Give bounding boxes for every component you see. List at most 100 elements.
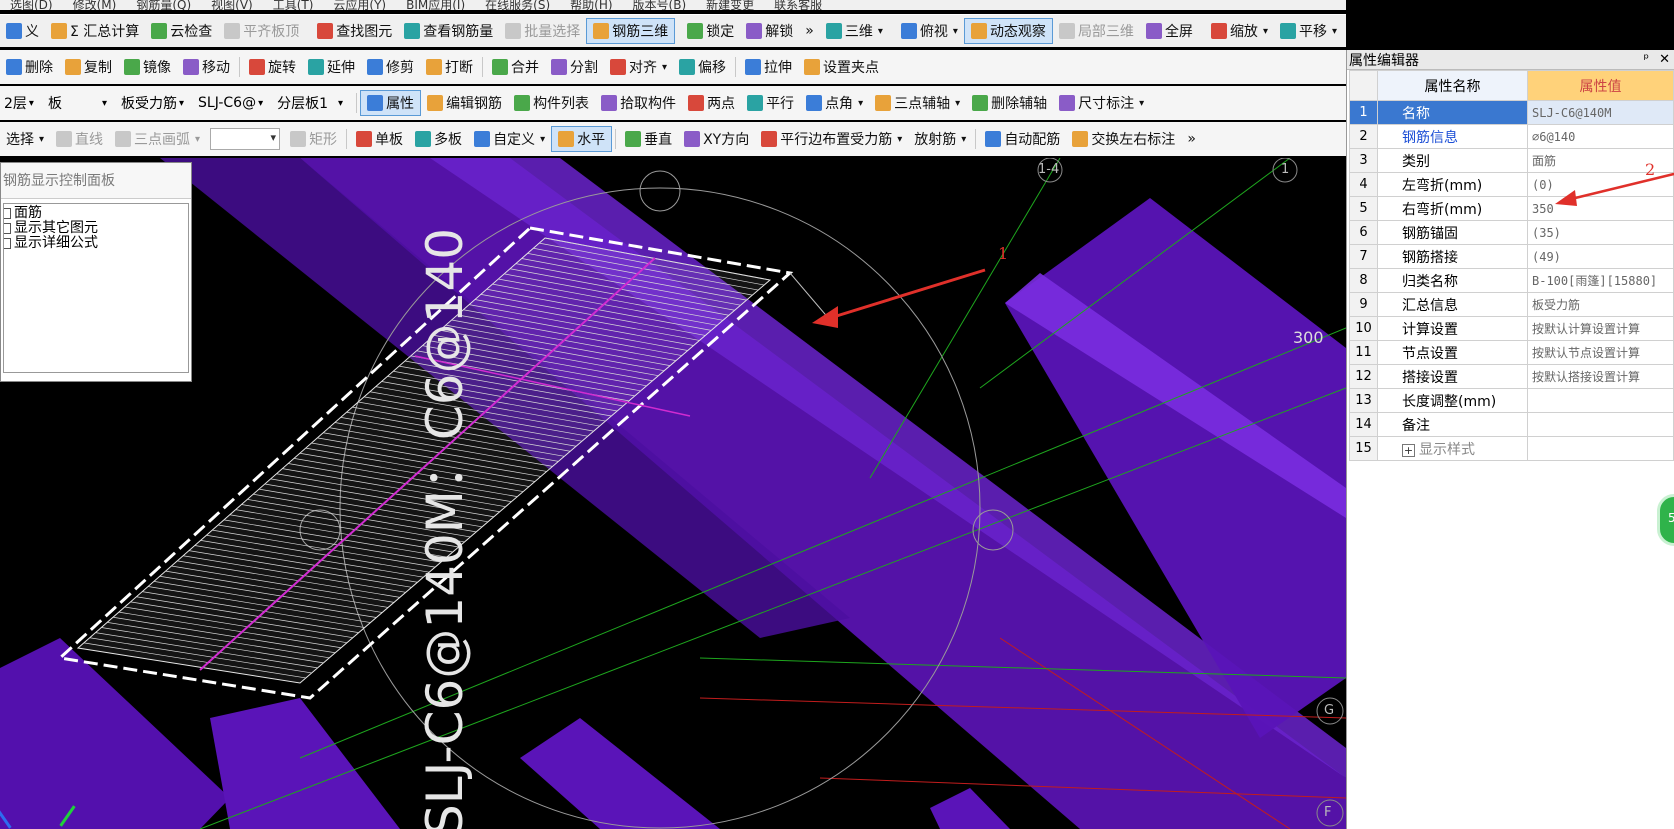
orbit-handle-top[interactable] xyxy=(639,170,681,212)
tb2-button-1[interactable]: 复制 xyxy=(59,54,118,80)
tb4-button-4[interactable]: 单板 xyxy=(350,126,409,152)
rebar-name-select[interactable]: SLJ-C6@ ▾ xyxy=(194,92,267,114)
checkbox[interactable] xyxy=(4,223,11,234)
property-row[interactable]: 2 钢筋信息 ⌀6@140 xyxy=(1349,124,1674,149)
tb3-button-6[interactable]: 点角 ▾ xyxy=(800,90,869,116)
tb4-button-5[interactable]: 多板 xyxy=(409,126,468,152)
menu-item-10[interactable]: 新建变更 xyxy=(706,0,754,10)
tb1-button-1[interactable]: Σ 汇总计算 xyxy=(45,18,145,44)
tb1-button-15[interactable]: 全屏 xyxy=(1140,18,1199,44)
rebar-panel-item[interactable]: 面筋 xyxy=(4,206,188,221)
tb2-button-7[interactable]: 打断 xyxy=(420,54,479,80)
property-value[interactable]: 板受力筋 xyxy=(1527,292,1674,317)
menu-item-9[interactable]: 版本号(B) xyxy=(633,0,687,10)
property-value[interactable]: (49) xyxy=(1527,244,1674,269)
tb1-button-5[interactable]: 查看钢筋量 xyxy=(398,18,499,44)
menu-item-11[interactable]: 联系客服 xyxy=(774,0,822,10)
close-icon[interactable]: ✕ xyxy=(1659,52,1670,67)
tb2-button-11[interactable]: 偏移 xyxy=(673,54,732,80)
tb2-button-8[interactable]: 合并 xyxy=(486,54,545,80)
menu-item-2[interactable]: 钢筋量(Q) xyxy=(136,0,191,10)
tb2-button-10[interactable]: 对齐 ▾ xyxy=(604,54,673,80)
chevron-down-icon[interactable]: ▾ xyxy=(1332,26,1337,37)
tb4-button-14[interactable]: » xyxy=(1181,126,1202,152)
tb1-button-17[interactable]: 平移 ▾ xyxy=(1274,18,1343,44)
property-value[interactable] xyxy=(1527,388,1674,413)
tb2-button-9[interactable]: 分割 xyxy=(545,54,604,80)
tb4-button-8[interactable]: 垂直 xyxy=(619,126,678,152)
property-row[interactable]: 14 备注 xyxy=(1349,412,1674,437)
element-type-select[interactable]: 板 ▾ xyxy=(44,92,111,114)
tb3-button-0[interactable]: 属性 xyxy=(360,90,422,116)
property-value[interactable]: (35) xyxy=(1527,220,1674,245)
tb1-button-9[interactable]: 解锁 xyxy=(740,18,799,44)
tb4-button-3[interactable]: 矩形 xyxy=(284,126,343,152)
assistant-badge[interactable]: 5! xyxy=(1657,494,1674,546)
property-value[interactable]: SLJ-C6@140M xyxy=(1527,100,1674,125)
menu-item-7[interactable]: 在线服务(S) xyxy=(485,0,550,10)
tb4-button-0[interactable]: 选择 ▾ xyxy=(0,126,50,152)
tb3-button-5[interactable]: 平行 xyxy=(741,90,800,116)
tb4-button-13[interactable]: 交换左右标注 xyxy=(1066,126,1181,152)
tb3-button-7[interactable]: 三点辅轴 ▾ xyxy=(869,90,966,116)
tb2-button-4[interactable]: 旋转 xyxy=(243,54,302,80)
property-value[interactable]: ⌀6@140 xyxy=(1527,124,1674,149)
chevron-down-icon[interactable]: ▾ xyxy=(961,134,966,145)
property-value[interactable]: 按默认计算设置计算 xyxy=(1527,316,1674,341)
property-value[interactable]: 按默认搭接设置计算 xyxy=(1527,364,1674,389)
tb2-button-6[interactable]: 修剪 xyxy=(361,54,420,80)
menu-item-8[interactable]: 帮助(H) xyxy=(570,0,612,10)
chevron-down-icon[interactable]: ▾ xyxy=(955,98,960,109)
tb1-button-4[interactable]: 查找图元 xyxy=(311,18,398,44)
chevron-down-icon[interactable]: ▾ xyxy=(878,26,883,37)
tb4-button-12[interactable]: 自动配筋 xyxy=(979,126,1066,152)
tb1-button-14[interactable]: 局部三维 xyxy=(1053,18,1140,44)
pin-icon[interactable]: ᵖ xyxy=(1644,52,1650,67)
property-row[interactable]: 12 搭接设置 按默认搭接设置计算 xyxy=(1349,364,1674,389)
property-row[interactable]: 13 长度调整(mm) xyxy=(1349,388,1674,413)
property-row[interactable]: 11 节点设置 按默认节点设置计算 xyxy=(1349,340,1674,365)
tb1-button-16[interactable]: 缩放 ▾ xyxy=(1205,18,1274,44)
arc-mode-select[interactable] xyxy=(210,128,281,150)
chevron-down-icon[interactable]: ▾ xyxy=(39,134,44,145)
tb1-button-8[interactable]: 锁定 xyxy=(681,18,740,44)
tb2-button-12[interactable]: 拉伸 xyxy=(739,54,798,80)
checkbox[interactable] xyxy=(4,238,11,249)
property-row[interactable]: 8 归类名称 B-100[雨篷][15880] xyxy=(1349,268,1674,293)
menu-item-6[interactable]: BIM应用(I) xyxy=(406,0,465,10)
tb1-button-10[interactable]: » xyxy=(799,18,820,44)
chevron-down-icon[interactable]: ▾ xyxy=(195,134,200,145)
layer-select[interactable]: 分层板1 ▾ xyxy=(273,92,347,114)
chevron-down-icon[interactable]: ▾ xyxy=(1263,26,1268,37)
menu-item-5[interactable]: 云应用(Y) xyxy=(333,0,386,10)
property-row[interactable]: 1 名称 SLJ-C6@140M xyxy=(1349,100,1674,125)
tb2-button-13[interactable]: 设置夹点 xyxy=(798,54,885,80)
property-row[interactable]: 9 汇总信息 板受力筋 xyxy=(1349,292,1674,317)
tb1-button-13[interactable]: 动态观察 xyxy=(963,18,1053,44)
checkbox[interactable] xyxy=(4,208,11,219)
tb4-button-1[interactable]: 直线 xyxy=(50,126,109,152)
tb4-button-6[interactable]: 自定义 ▾ xyxy=(468,126,551,152)
tb3-button-3[interactable]: 拾取构件 xyxy=(595,90,682,116)
property-value[interactable] xyxy=(1527,436,1674,461)
chevron-down-icon[interactable]: ▾ xyxy=(953,26,958,37)
chevron-down-icon[interactable]: ▾ xyxy=(897,134,902,145)
tb2-button-2[interactable]: 镜像 xyxy=(118,54,177,80)
slab-label[interactable]: SLJ-C6@140M：C6@140 xyxy=(405,228,477,829)
property-row[interactable]: 15 + 显示样式 xyxy=(1349,436,1674,461)
tb4-button-11[interactable]: 放射筋 ▾ xyxy=(908,126,972,152)
menu-item-3[interactable]: 视图(V) xyxy=(211,0,253,10)
viewport-3d[interactable]: 1-4 1 300 G F SLJ-C6@140M：C6@140 1 xyxy=(0,158,1346,829)
tb4-button-10[interactable]: 平行边布置受力筋 ▾ xyxy=(755,126,908,152)
tb3-button-1[interactable]: 编辑钢筋 xyxy=(421,90,508,116)
rebar-panel-item[interactable]: 显示详细公式 xyxy=(4,236,188,251)
tb3-button-4[interactable]: 两点 xyxy=(682,90,741,116)
property-value[interactable]: 按默认节点设置计算 xyxy=(1527,340,1674,365)
tb4-button-7[interactable]: 水平 xyxy=(551,126,613,152)
chevron-down-icon[interactable]: ▾ xyxy=(662,62,667,73)
chevron-down-icon[interactable]: ▾ xyxy=(1139,98,1144,109)
tb2-button-3[interactable]: 移动 xyxy=(177,54,236,80)
expand-icon[interactable]: + xyxy=(1402,443,1415,457)
floor-select[interactable]: 2层 ▾ xyxy=(0,92,38,114)
tb4-button-2[interactable]: 三点画弧 ▾ xyxy=(109,126,206,152)
